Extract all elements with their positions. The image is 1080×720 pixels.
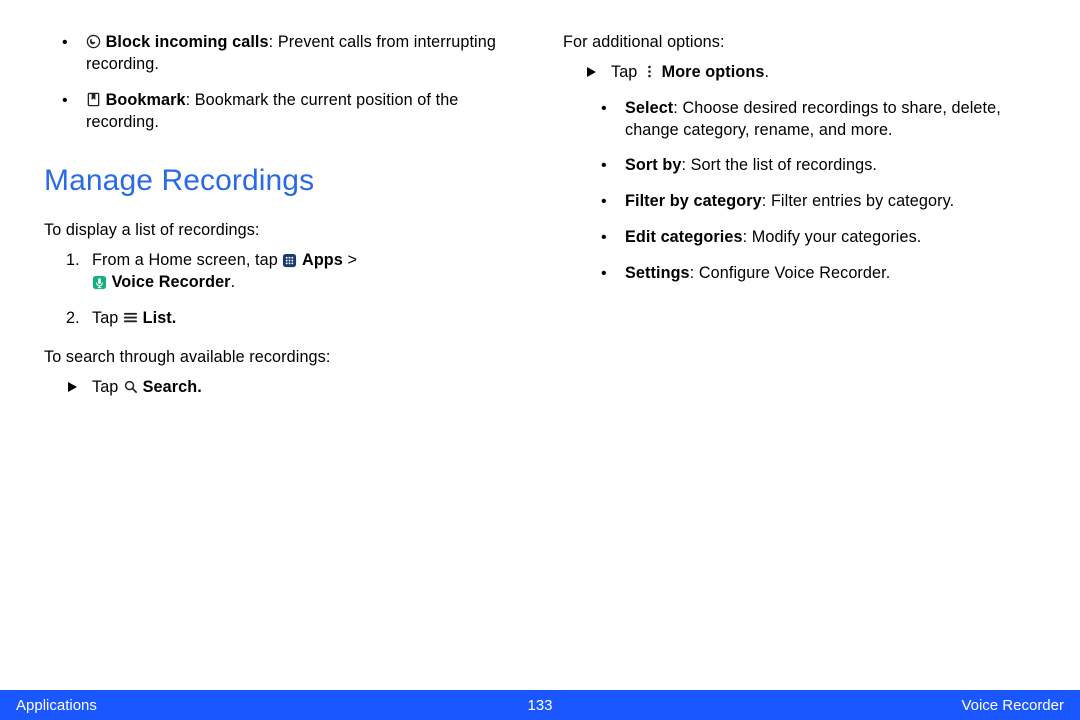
- option-title: Edit categories: [625, 228, 743, 246]
- intro-search: To search through available recordings:: [44, 347, 517, 369]
- option-desc: : Sort the list of recordings.: [681, 156, 877, 174]
- intro-display-list: To display a list of recordings:: [44, 220, 517, 242]
- step-1: 1. From a Home screen, tap Apps > Voice …: [66, 250, 517, 294]
- option-settings: Settings: Configure Voice Recorder.: [625, 263, 1036, 285]
- search-label: Search.: [143, 378, 202, 396]
- apps-label: Apps: [302, 251, 343, 269]
- option-title: Sort by: [625, 156, 681, 174]
- bullet-title: Bookmark: [106, 91, 186, 109]
- step-number: 2.: [66, 308, 80, 330]
- manual-page: Block incoming calls: Prevent calls from…: [0, 0, 1080, 720]
- step-2: 2. Tap List.: [66, 308, 517, 330]
- list-icon: [123, 310, 138, 325]
- more-options-list: Select: Choose desired recordings to sha…: [563, 98, 1036, 285]
- option-edit-categories: Edit categories: Modify your categories.: [625, 227, 1036, 249]
- left-column: Block incoming calls: Prevent calls from…: [44, 32, 517, 413]
- step-text: From a Home screen, tap Apps > Voice Rec…: [92, 251, 357, 291]
- option-sort-by: Sort by: Sort the list of recordings.: [625, 155, 1036, 177]
- intro-additional-options: For additional options:: [563, 32, 1036, 54]
- bookmark-icon: [86, 92, 101, 107]
- bullet-bookmark: Bookmark: Bookmark the current position …: [86, 90, 517, 134]
- bullet-block-calls: Block incoming calls: Prevent calls from…: [86, 32, 517, 76]
- arrow-list-search: Tap Search.: [44, 377, 517, 399]
- text: From a Home screen, tap: [92, 251, 282, 269]
- more-options-label: More options: [662, 63, 765, 81]
- option-desc: : Choose desired recordings to share, de…: [625, 99, 1001, 139]
- numbered-steps: 1. From a Home screen, tap Apps > Voice …: [44, 250, 517, 330]
- arrow-item-search: Tap Search.: [66, 377, 517, 399]
- text: >: [343, 251, 357, 269]
- option-desc: : Modify your categories.: [743, 228, 922, 246]
- footer-left: Applications: [16, 697, 97, 714]
- text: .: [764, 63, 769, 81]
- step-number: 1.: [66, 250, 80, 272]
- section-heading-manage-recordings: Manage Recordings: [44, 161, 517, 202]
- list-label: List.: [143, 309, 177, 327]
- arrow-right-icon: [585, 64, 599, 86]
- footer-right: Voice Recorder: [961, 697, 1064, 714]
- text: Tap: [92, 309, 123, 327]
- voice-recorder-icon: [92, 275, 107, 290]
- voice-recorder-label: Voice Recorder: [112, 273, 231, 291]
- right-column: For additional options: Tap More options…: [563, 32, 1036, 413]
- option-title: Settings: [625, 264, 690, 282]
- page-footer: Applications 133 Voice Recorder: [0, 690, 1080, 720]
- arrow-right-icon: [66, 379, 80, 401]
- more-options-icon: [642, 64, 657, 79]
- option-filter-by-category: Filter by category: Filter entries by ca…: [625, 191, 1036, 213]
- text: .: [231, 273, 236, 291]
- block-calls-icon: [86, 34, 101, 49]
- apps-icon: [282, 253, 297, 268]
- option-desc: : Configure Voice Recorder.: [690, 264, 891, 282]
- footer-page-number: 133: [527, 697, 552, 714]
- top-bullet-list: Block incoming calls: Prevent calls from…: [44, 32, 517, 133]
- text: Tap: [611, 63, 642, 81]
- option-desc: : Filter entries by category.: [762, 192, 954, 210]
- arrow-item-more-options: Tap More options.: [585, 62, 1036, 84]
- option-title: Select: [625, 99, 673, 117]
- option-title: Filter by category: [625, 192, 762, 210]
- text: Tap: [92, 378, 123, 396]
- bullet-title: Block incoming calls: [106, 33, 269, 51]
- two-column-layout: Block incoming calls: Prevent calls from…: [44, 32, 1036, 413]
- option-select: Select: Choose desired recordings to sha…: [625, 98, 1036, 142]
- search-icon: [123, 379, 138, 394]
- arrow-list-more-options: Tap More options.: [563, 62, 1036, 84]
